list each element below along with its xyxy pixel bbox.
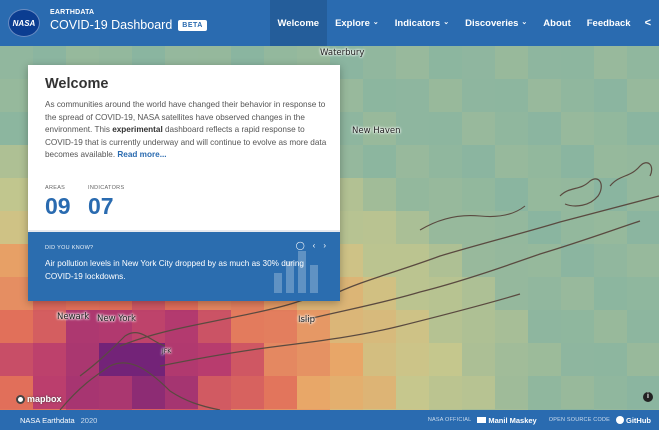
github-label: GitHub	[626, 415, 651, 425]
did-you-know-box: DID YOU KNOW? ◯ ‹ › Air pollution levels…	[28, 232, 340, 301]
place-label: Islip	[298, 315, 316, 325]
did-you-know-controls: ◯ ‹ ›	[296, 241, 326, 250]
read-more-link[interactable]: Read more...	[117, 150, 166, 159]
chevron-down-icon: ⌄	[521, 19, 528, 26]
indicators-label: INDICATORS	[88, 185, 125, 191]
panel-title: Welcome	[45, 76, 109, 92]
envelope-icon	[477, 416, 487, 423]
mapbox-logo-icon	[16, 394, 25, 404]
nav-explore[interactable]: Explore ⌄	[327, 0, 387, 46]
nav-discoveries-label: Discoveries	[465, 17, 519, 29]
footer-year: 2020	[80, 415, 98, 425]
brand-top-label: EARTHDATA	[50, 9, 95, 16]
nav-welcome-label: Welcome	[277, 17, 320, 29]
nav-welcome[interactable]: Welcome	[269, 0, 328, 46]
brand-title: COVID-19 Dashboard	[50, 18, 173, 32]
description-bold: experimental	[112, 125, 163, 134]
place-label: New Haven	[352, 126, 401, 136]
pause-icon[interactable]: ◯	[296, 241, 305, 250]
panel-description: As communities around the world have cha…	[45, 99, 330, 162]
place-label: Waterbury	[320, 48, 365, 58]
nav-indicators[interactable]: Indicators ⌄	[387, 0, 457, 46]
brand[interactable]: EARTHDATA COVID-19 Dashboard BETA	[50, 8, 207, 33]
nasa-logo[interactable]: NASA	[8, 9, 40, 37]
official-contact[interactable]: Manil Maskey	[477, 415, 537, 425]
info-icon[interactable]: i	[643, 392, 653, 402]
github-icon	[616, 415, 624, 424]
mapbox-attribution[interactable]: mapbox	[16, 394, 62, 404]
mapbox-label: mapbox	[27, 394, 62, 404]
indicators-value: 07	[88, 193, 114, 219]
indicators-stat[interactable]: INDICATORS 07	[88, 185, 124, 219]
chevron-left-icon[interactable]: ‹	[313, 241, 316, 250]
github-link[interactable]: GitHub	[616, 415, 651, 425]
beta-badge: BETA	[178, 19, 207, 31]
place-label: New York	[97, 314, 136, 324]
top-header: NASA EARTHDATA COVID-19 Dashboard BETA W…	[0, 0, 659, 46]
place-label: Newark	[57, 312, 90, 322]
nav-feedback[interactable]: Feedback	[579, 0, 639, 46]
welcome-panel: Welcome As communities around the world …	[28, 65, 340, 301]
official-name: Manil Maskey	[488, 415, 537, 425]
did-you-know-label: DID YOU KNOW?	[45, 245, 94, 251]
did-you-know-text: Air pollution levels in New York City dr…	[45, 259, 304, 281]
areas-label: AREAS	[45, 185, 66, 191]
main-nav: Welcome Explore ⌄ Indicators ⌄ Discoveries…	[269, 0, 659, 46]
airport-label: JFK	[162, 348, 172, 355]
chevron-down-icon: ⌄	[372, 19, 379, 26]
areas-stat[interactable]: AREAS 09	[45, 185, 71, 219]
nav-about-label: About	[543, 17, 571, 29]
footer: NASA Earthdata 2020 NASA OFFICIAL Manil …	[0, 410, 659, 430]
nav-about[interactable]: About	[535, 0, 578, 46]
official-label: NASA OFFICIAL	[427, 417, 472, 423]
areas-value: 09	[45, 193, 71, 219]
share-icon[interactable]: <	[639, 17, 659, 29]
nav-discoveries[interactable]: Discoveries ⌄	[457, 0, 535, 46]
nav-feedback-label: Feedback	[586, 17, 631, 29]
chevron-right-icon[interactable]: ›	[323, 241, 326, 250]
source-label: OPEN SOURCE CODE	[548, 417, 610, 423]
footer-title[interactable]: NASA Earthdata	[20, 416, 75, 425]
nav-explore-label: Explore	[335, 17, 370, 29]
chevron-down-icon: ⌄	[443, 19, 450, 26]
nav-indicators-label: Indicators	[394, 17, 441, 29]
